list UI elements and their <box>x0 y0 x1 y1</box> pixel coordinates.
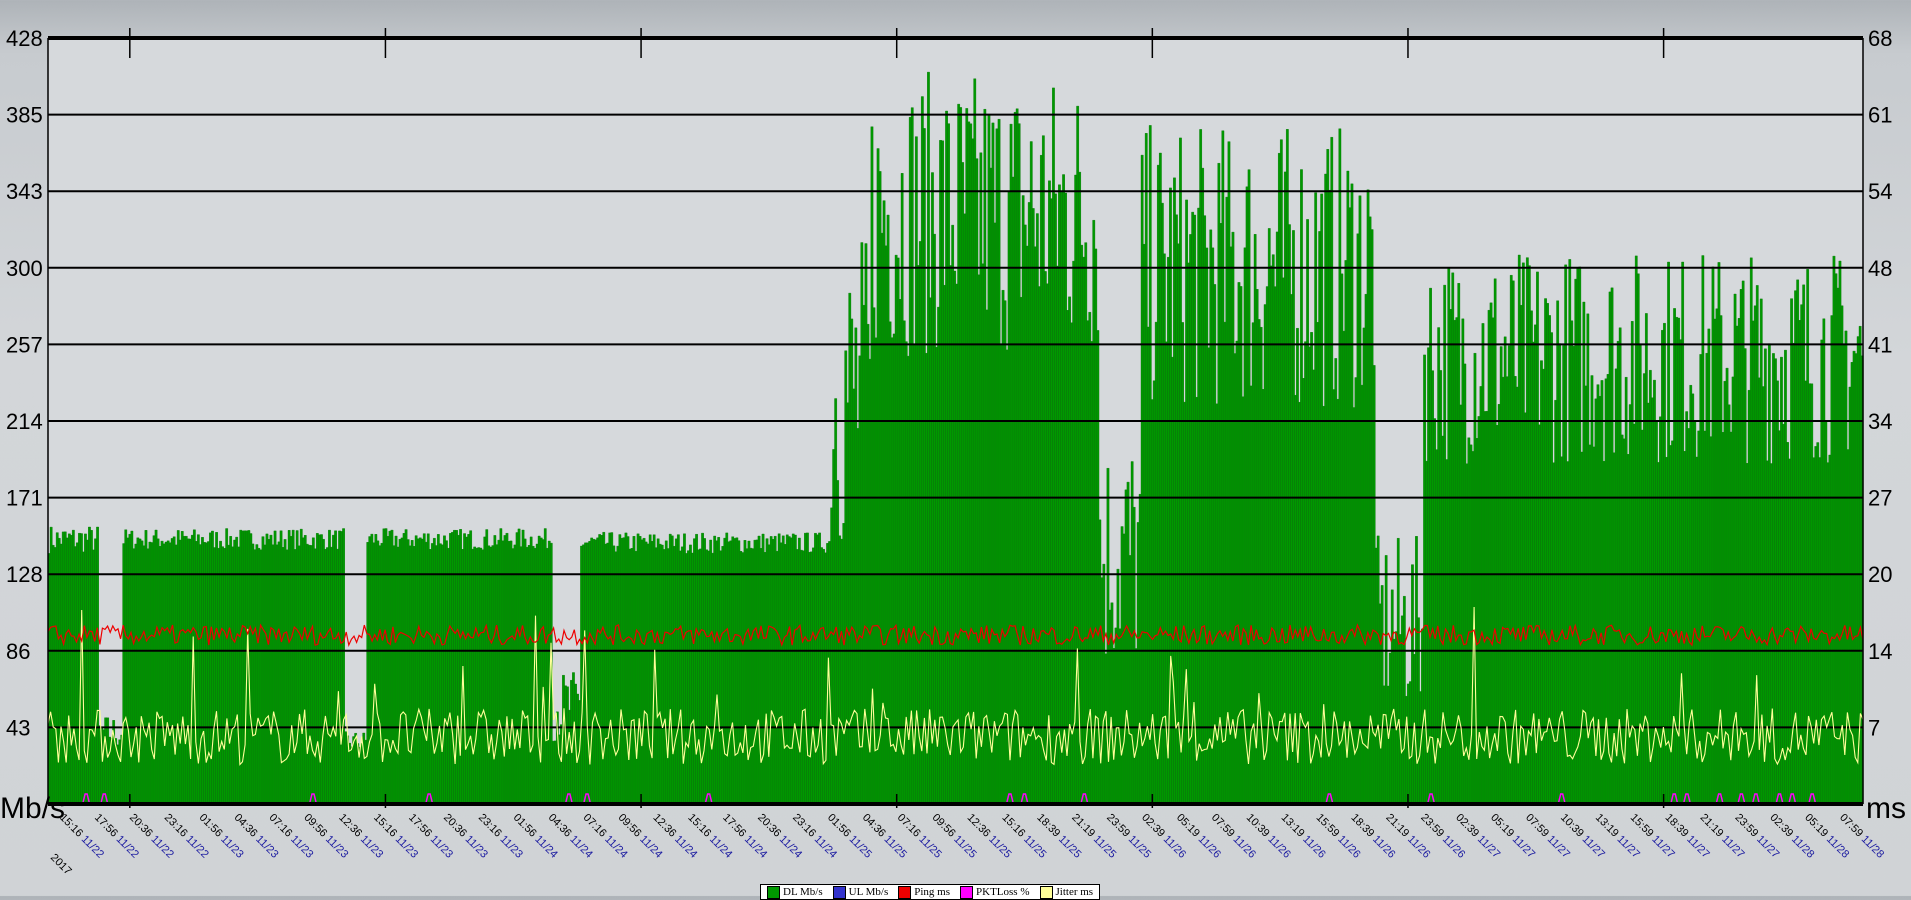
y-tick-label-right: 48 <box>1868 256 1892 281</box>
x-tick-date: 11/22 <box>79 833 106 860</box>
x-tick-date: 11/28 <box>1824 833 1851 860</box>
x-tick-date: 11/27 <box>1754 833 1781 860</box>
legend-label: Ping ms <box>914 886 951 898</box>
x-tick-date: 11/24 <box>812 833 839 860</box>
x-tick-date: 11/24 <box>532 833 559 860</box>
legend-item: DL Mb/s <box>767 885 823 899</box>
x-tick-date: 11/23 <box>253 833 280 860</box>
x-tick-date: 11/24 <box>742 833 769 860</box>
x-tick-date: 11/27 <box>1649 833 1676 860</box>
x-tick-date: 11/27 <box>1510 833 1537 860</box>
x-tick-date: 11/23 <box>323 833 350 860</box>
y-tick-label-right: 61 <box>1868 103 1892 128</box>
x-tick-date: 11/22 <box>183 833 210 860</box>
x-tick-date: 11/23 <box>358 833 385 860</box>
x-tick-date: 11/28 <box>1789 833 1816 860</box>
legend-item: PKTLoss % <box>960 885 1030 899</box>
x-tick-date: 11/25 <box>951 833 978 860</box>
x-axis-labels: 15:16 11/2217:56 11/2220:36 11/2223:16 1… <box>57 812 1886 861</box>
x-tick-date: 11/27 <box>1615 833 1642 860</box>
y-tick-label-right: 41 <box>1868 332 1892 357</box>
y-tick-label-right: 34 <box>1868 409 1892 434</box>
y-tick-label-right: 27 <box>1868 486 1892 511</box>
y-tick-label-right: 54 <box>1868 179 1892 204</box>
y-tick-label-left: 43 <box>6 715 30 740</box>
legend-swatch <box>1039 885 1053 899</box>
legend-label: DL Mb/s <box>783 886 823 898</box>
x-tick-date: 11/22 <box>149 833 176 860</box>
y-axis-left-labels: 43 86 128 171 214 257 300 343 385 428 <box>6 26 43 740</box>
y-tick-label-left: 300 <box>6 256 43 281</box>
x-tick-date: 11/25 <box>882 833 909 860</box>
x-tick-date: 11/25 <box>916 833 943 860</box>
y-tick-label-left: 257 <box>6 332 43 357</box>
x-tick-date: 11/27 <box>1719 833 1746 860</box>
x-tick-date: 11/24 <box>672 833 699 860</box>
x-tick-date: 11/25 <box>986 833 1013 860</box>
x-tick-date: 11/26 <box>1196 833 1223 860</box>
x-tick-date: 11/23 <box>218 833 245 860</box>
legend-label: UL Mb/s <box>848 886 889 898</box>
x-tick-date: 11/25 <box>1021 833 1048 860</box>
x-tick-date: 11/26 <box>1161 833 1188 860</box>
y-tick-label-left: 343 <box>6 179 43 204</box>
x-tick-date: 11/23 <box>428 833 455 860</box>
y-tick-label-left: 428 <box>6 26 43 51</box>
x-tick-date: 11/28 <box>1859 833 1886 860</box>
x-tick-date: 11/27 <box>1475 833 1502 860</box>
x-tick-date: 11/26 <box>1440 833 1467 860</box>
y-tick-label-left: 86 <box>6 639 30 664</box>
legend-swatch <box>832 885 846 899</box>
x-tick-date: 11/27 <box>1684 833 1711 860</box>
x-tick-date: 11/26 <box>1370 833 1397 860</box>
legend-swatch <box>898 885 912 899</box>
legend-item: UL Mb/s <box>832 885 889 899</box>
x-tick-date: 11/26 <box>1231 833 1258 860</box>
x-tick-date: 11/25 <box>1126 833 1153 860</box>
y-tick-label-left: 171 <box>6 486 43 511</box>
x-tick-date: 11/23 <box>463 833 490 860</box>
x-tick-date: 11/24 <box>637 833 664 860</box>
x-tick-date: 11/24 <box>707 833 734 860</box>
x-tick-date: 11/24 <box>777 833 804 860</box>
x-tick-date: 11/27 <box>1580 833 1607 860</box>
y-tick-label-right: 7 <box>1868 715 1880 740</box>
y-axis-left-unit: Mb/s <box>0 792 65 825</box>
x-tick-date: 11/23 <box>393 833 420 860</box>
legend-swatch <box>767 885 780 899</box>
y-axis-right-unit: ms <box>1866 792 1906 825</box>
speedtest-chart: 43 86 128 171 214 257 300 343 385 428 7 14 20 27 34 41… <box>0 26 1906 878</box>
y-tick-label-right: 14 <box>1868 639 1892 664</box>
x-tick-date: 11/22 <box>114 833 141 860</box>
x-tick-date: 11/24 <box>602 833 629 860</box>
y-tick-label-right: 20 <box>1868 562 1892 587</box>
x-tick-date: 11/25 <box>847 833 874 860</box>
x-tick-date: 11/25 <box>1091 833 1118 860</box>
x-tick-date: 11/26 <box>1335 833 1362 860</box>
chart-legend: DL Mb/s UL Mb/s Ping ms PKTLoss % Jitter ms <box>760 884 1101 900</box>
legend-item: Jitter ms <box>1039 885 1094 899</box>
legend-item: Ping ms <box>898 885 951 899</box>
x-tick-date: 11/26 <box>1265 833 1292 860</box>
x-tick-date: 11/23 <box>498 833 525 860</box>
y-tick-label-left: 385 <box>6 103 43 128</box>
x-tick-date: 11/23 <box>288 833 315 860</box>
legend-label: PKTLoss % <box>976 886 1030 898</box>
y-axis-right-labels: 7 14 20 27 34 41 48 54 61 68 <box>1868 26 1892 740</box>
legend-label: Jitter ms <box>1055 886 1094 898</box>
x-tick-date: 11/27 <box>1545 833 1572 860</box>
legend-swatch <box>960 885 974 899</box>
y-tick-label-right: 68 <box>1868 26 1892 51</box>
x-tick-date: 11/26 <box>1405 833 1432 860</box>
y-tick-label-left: 214 <box>6 409 43 434</box>
x-tick-date: 11/25 <box>1056 833 1083 860</box>
year-label: 2017 <box>48 852 74 878</box>
y-tick-label-left: 128 <box>6 562 43 587</box>
x-tick-date: 11/24 <box>567 833 594 860</box>
x-tick-date: 11/26 <box>1300 833 1327 860</box>
